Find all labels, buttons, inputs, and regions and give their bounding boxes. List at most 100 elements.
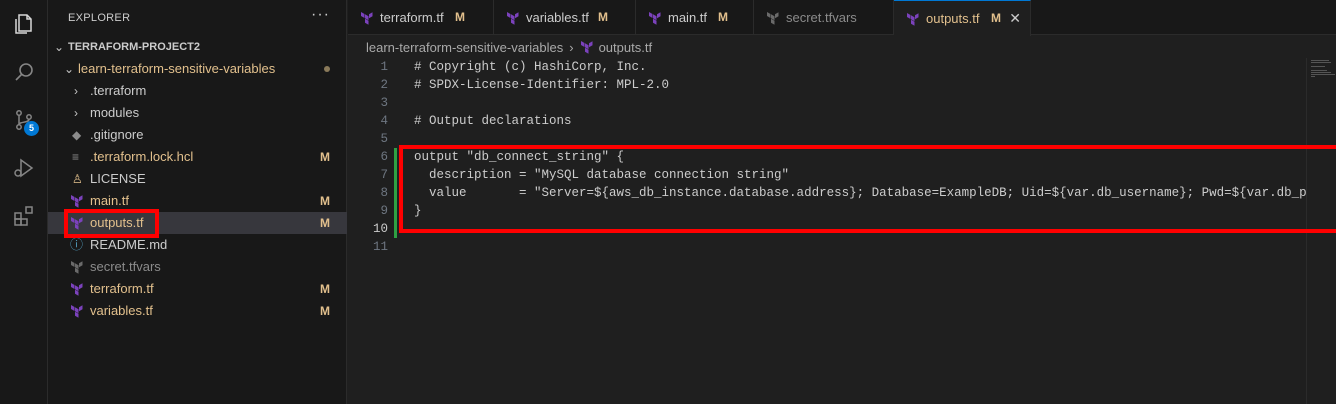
file-row[interactable]: ◆ .gitignore (48, 124, 347, 146)
license-icon: ♙ (72, 172, 83, 186)
breadcrumb: learn-terraform-sensitive-variables › outp… (366, 38, 652, 58)
tab-label: terraform.tf (380, 10, 444, 25)
code-text: # SPDX-License-Identifier: MPL-2.0 (414, 78, 670, 92)
chevron-down-icon: ⌄ (64, 62, 75, 76)
activity-bar: 5 (0, 0, 48, 404)
terraform-icon (71, 305, 83, 318)
minimap-line (1311, 62, 1331, 63)
file-status: M (320, 194, 330, 208)
line-number: 4 (380, 114, 388, 128)
file-row[interactable]: ≡ .terraform.lock.hcl M (48, 146, 347, 168)
minimap-line (1311, 76, 1315, 77)
file-label: variables.tf (90, 303, 153, 318)
folder-label: learn-terraform-sensitive-variables (78, 61, 276, 76)
terraform-icon (649, 12, 661, 25)
chevron-right-icon: › (74, 106, 78, 120)
line-number: 10 (372, 222, 388, 236)
minimap-line (1311, 66, 1325, 67)
lines-icon: ≡ (72, 150, 80, 164)
line-number: 8 (380, 186, 388, 200)
file-label: .terraform (90, 83, 147, 98)
line-number: 9 (380, 204, 388, 218)
line-number: 1 (380, 60, 388, 74)
code-block-highlight (399, 145, 1336, 233)
breadcrumb-separator: › (569, 40, 574, 55)
file-label: .gitignore (90, 127, 144, 142)
outputs-file-highlight (64, 209, 159, 238)
code-line[interactable]: 2 # SPDX-License-Identifier: MPL-2.0 (348, 76, 1306, 94)
close-icon[interactable]: ✕ (1009, 1, 1021, 36)
breadcrumb-folder[interactable]: learn-terraform-sensitive-variables (366, 40, 563, 55)
file-row[interactable]: › modules (48, 102, 347, 124)
tab-status: M (455, 10, 465, 24)
line-number: 5 (380, 132, 388, 146)
file-label: modules (90, 105, 140, 120)
more-actions-icon[interactable]: ··· (311, 6, 330, 24)
tab-label: variables.tf (526, 10, 589, 25)
code-line[interactable]: 3 (348, 94, 1306, 112)
line-number: 6 (380, 150, 388, 164)
file-row[interactable]: › .terraform (48, 80, 347, 102)
run-debug-icon[interactable] (12, 156, 36, 180)
code-line[interactable]: 4 # Output declarations (348, 112, 1306, 130)
file-row[interactable]: terraform.tf M (48, 278, 347, 300)
tab-outputs-tf[interactable]: outputs.tf M ✕ (894, 0, 1031, 36)
minimap-line (1311, 60, 1329, 61)
project-label: TERRAFORM-PROJECT2 (68, 41, 201, 53)
minimap-line (1311, 70, 1327, 71)
terraform-icon (507, 12, 519, 25)
chevron-right-icon: › (74, 84, 78, 98)
line-number: 2 (380, 78, 388, 92)
tab-main-tf[interactable]: main.tf M (636, 0, 754, 35)
modified-dot-icon (324, 66, 330, 72)
tab-status: M (991, 11, 1001, 25)
scm-badge: 5 (24, 121, 39, 136)
file-status: M (320, 216, 330, 230)
terraform-icon (71, 261, 83, 274)
tab-variables-tf[interactable]: variables.tf M (494, 0, 636, 35)
tab-status: M (598, 10, 608, 24)
line-number: 7 (380, 168, 388, 182)
file-status: M (320, 282, 330, 296)
explorer-icon[interactable] (12, 12, 36, 36)
file-status: M (320, 150, 330, 164)
git-icon: ◆ (72, 128, 82, 142)
minimap-line (1311, 72, 1331, 73)
tab-status: M (718, 10, 728, 24)
terraform-icon (580, 41, 593, 54)
code-line[interactable]: 1 # Copyright (c) HashiCorp, Inc. (348, 58, 1306, 76)
line-number: 11 (372, 240, 388, 254)
code-line[interactable]: 11 (348, 238, 1306, 256)
tab-secret-tfvars[interactable]: secret.tfvars (754, 0, 894, 35)
file-label: secret.tfvars (90, 259, 161, 274)
extensions-icon[interactable] (12, 204, 36, 228)
tab-label: main.tf (668, 10, 708, 25)
tab-label: outputs.tf (926, 11, 980, 26)
info-icon: ⓘ (70, 237, 84, 252)
file-row[interactable]: variables.tf M (48, 300, 347, 322)
file-status: M (320, 304, 330, 318)
explorer-title: EXPLORER (68, 12, 131, 24)
file-row[interactable]: secret.tfvars (48, 256, 347, 278)
tab-terraform-tf[interactable]: terraform.tf M (348, 0, 494, 35)
code-text: # Copyright (c) HashiCorp, Inc. (414, 60, 647, 74)
file-label: .terraform.lock.hcl (90, 149, 194, 164)
search-icon[interactable] (12, 60, 36, 84)
terraform-icon (71, 283, 83, 296)
explorer-sidebar: EXPLORER ··· ⌄ TERRAFORM-PROJECT2 ⌄ lear… (48, 0, 347, 404)
file-row[interactable]: ♙ LICENSE (48, 168, 347, 190)
folder-row[interactable]: ⌄ learn-terraform-sensitive-variables (48, 58, 347, 80)
project-root[interactable]: ⌄ TERRAFORM-PROJECT2 (48, 36, 347, 58)
chevron-down-icon: ⌄ (54, 40, 65, 54)
code-text: # Output declarations (414, 114, 572, 128)
file-label: terraform.tf (90, 281, 154, 296)
terraform-icon (361, 12, 373, 25)
tab-label: secret.tfvars (786, 10, 857, 25)
line-number: 3 (380, 96, 388, 110)
tab-bar: terraform.tf M variables.tf M main.tf M … (348, 0, 1336, 36)
breadcrumb-file[interactable]: outputs.tf (599, 40, 652, 55)
terraform-icon (907, 13, 919, 26)
minimap-line (1311, 74, 1335, 75)
terraform-icon (71, 195, 83, 208)
file-label: LICENSE (90, 171, 146, 186)
